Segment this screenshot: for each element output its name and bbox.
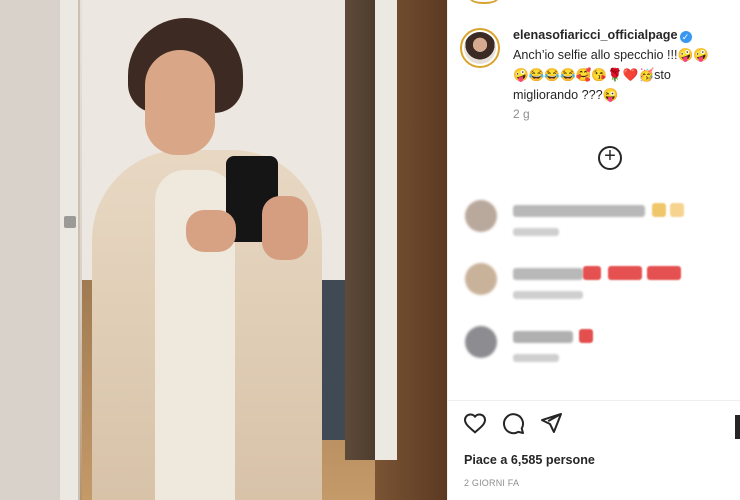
photo-wall [0, 0, 62, 500]
photo-left-hand [186, 210, 236, 252]
photo-door-frame [60, 0, 80, 500]
emoji-blur [583, 266, 601, 280]
comment-avatar[interactable] [465, 326, 497, 358]
emoji-blur [647, 266, 681, 280]
emoji-blur [608, 266, 642, 280]
comment-text-blur [513, 268, 583, 280]
emoji-blur [670, 203, 684, 217]
comment-row-2 [463, 263, 708, 311]
avatar-image [464, 32, 496, 64]
comment-avatar[interactable] [465, 200, 497, 232]
comment-meta-blur [513, 291, 583, 299]
caption-line-2: 🤪😂😂😂🥰😘🌹❤️🥳sto [513, 68, 671, 82]
heart-icon[interactable] [463, 411, 487, 435]
post-photo [0, 0, 447, 500]
verified-badge-icon: ✓ [679, 31, 692, 43]
emoji-blur [652, 203, 666, 217]
comment-avatar[interactable] [465, 263, 497, 295]
comment-text-blur [513, 205, 645, 217]
comment-row-3 [463, 326, 708, 374]
post-date: 2 GIORNI FA [464, 478, 520, 488]
comment-row-1 [463, 200, 708, 248]
photo-inner-frame [375, 0, 397, 460]
username-link[interactable]: elenasofiaricci_officialpage [513, 28, 678, 42]
likes-count[interactable]: Piace a 6,585 persone [464, 453, 595, 467]
comment-meta-blur [513, 228, 559, 236]
photo-door-handle [64, 216, 76, 228]
time-ago: 2 g [513, 107, 530, 121]
plus-circle-icon[interactable]: + [598, 146, 622, 170]
paper-plane-icon[interactable] [539, 411, 563, 435]
post-caption: elenasofiaricci_officialpage ✓ Anch’io se… [513, 25, 735, 105]
comment-text-blur [513, 331, 573, 343]
photo-right-hand [262, 196, 308, 260]
profile-avatar[interactable] [460, 28, 500, 68]
comment-meta-blur [513, 354, 559, 362]
comment-icon[interactable] [501, 411, 525, 435]
bookmark-icon-fragment[interactable] [735, 415, 740, 439]
caption-line-1: Anch’io selfie allo specchio !!!🤪🤪 [513, 48, 709, 62]
photo-face [145, 50, 215, 155]
emoji-blur [579, 329, 593, 343]
caption-line-3: migliorando ???😜 [513, 88, 619, 102]
